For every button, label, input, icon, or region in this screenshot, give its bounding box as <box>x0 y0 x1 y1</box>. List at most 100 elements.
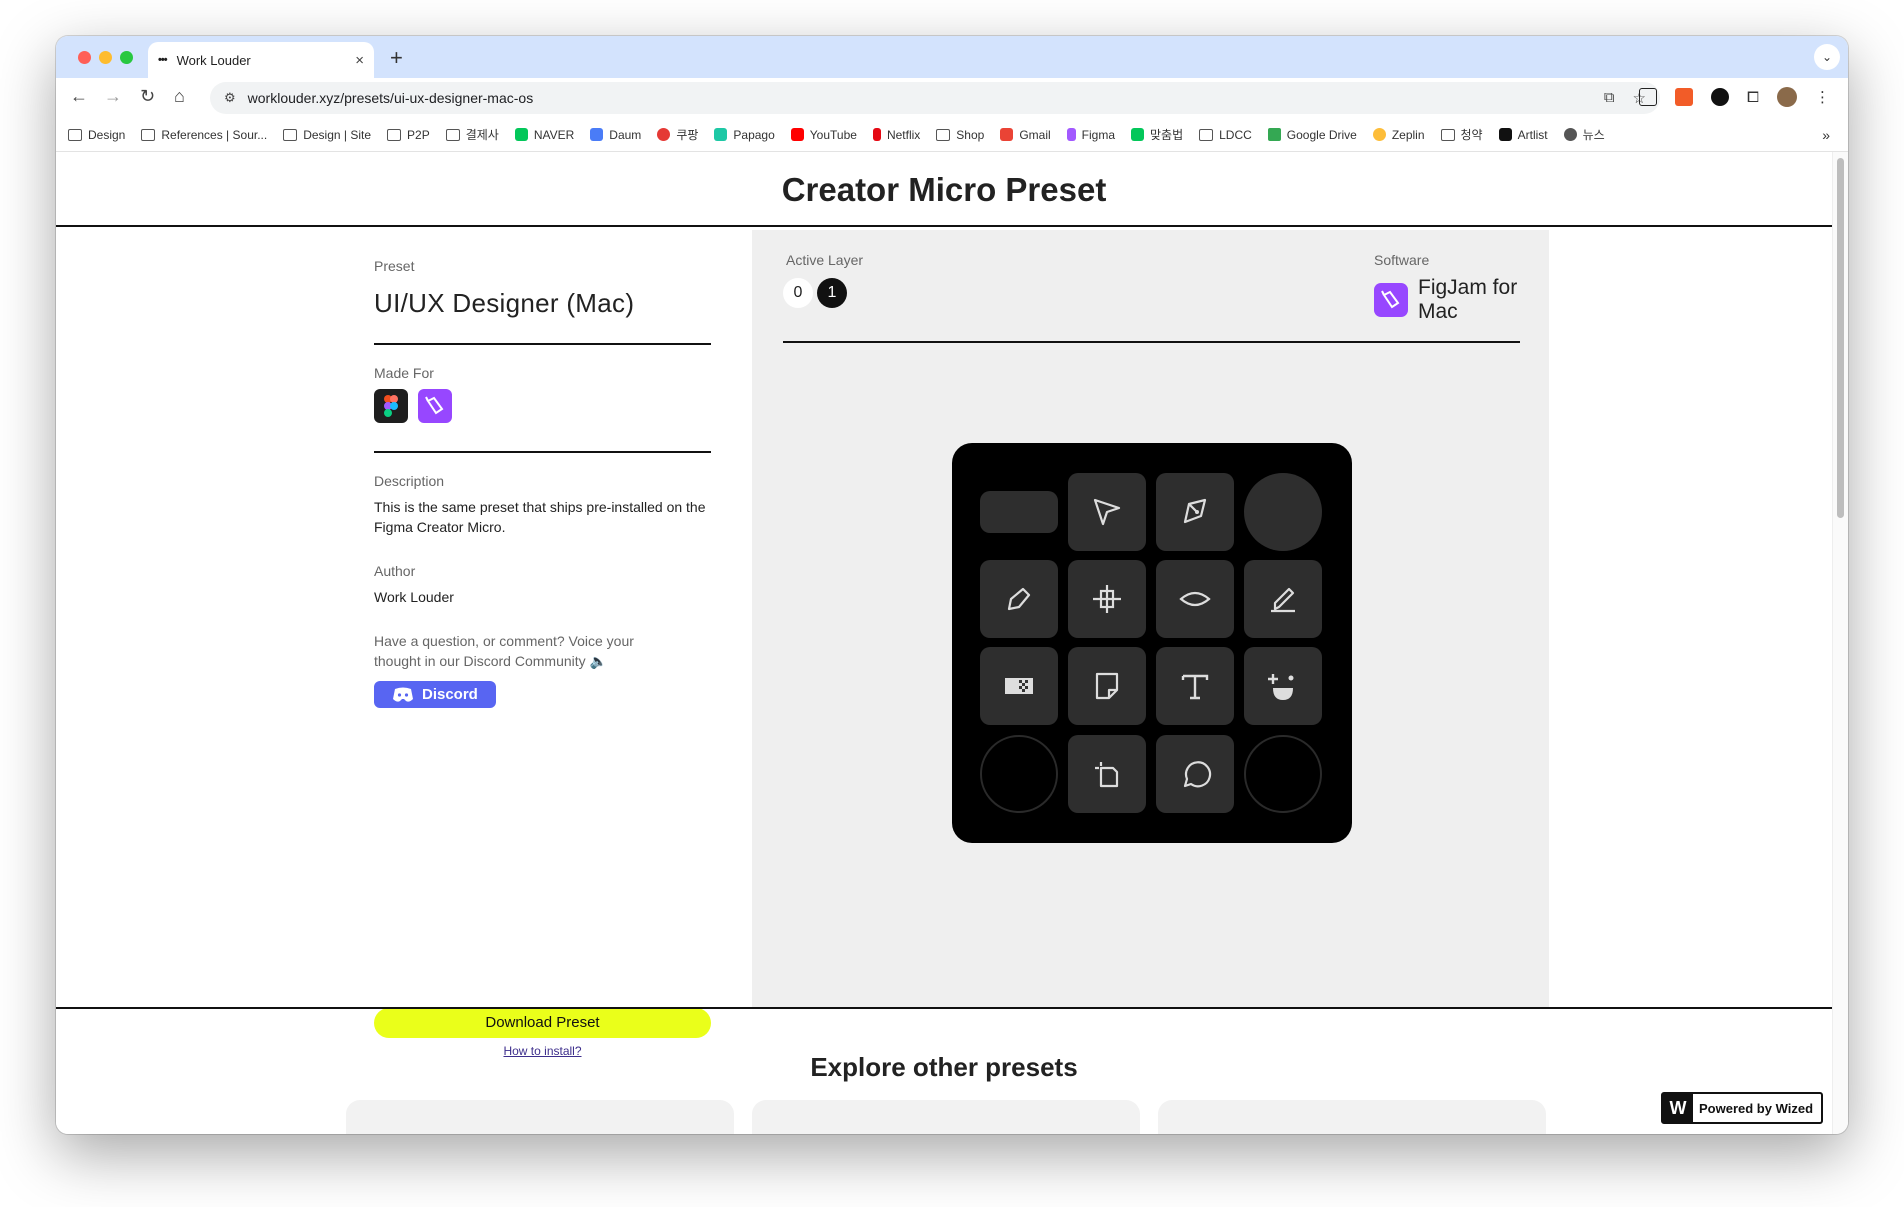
bookmark-references[interactable]: References | Sour... <box>141 128 267 142</box>
tab-search-button[interactable]: ⌄ <box>1814 44 1840 70</box>
bookmarks-overflow-icon[interactable]: » <box>1822 127 1830 143</box>
bookmark-p2p[interactable]: P2P <box>387 128 430 142</box>
url-text: worklouder.xyz/presets/ui-ux-designer-ma… <box>247 90 534 106</box>
dark-extension-icon[interactable] <box>1710 88 1729 106</box>
bookmark-daum[interactable]: Daum <box>590 128 641 142</box>
forward-arrow-icon[interactable]: → <box>104 86 122 107</box>
key-sticky-note[interactable] <box>1068 647 1146 725</box>
scrollbar-thumb[interactable] <box>1837 158 1844 518</box>
key-text[interactable] <box>1156 647 1234 725</box>
key-section[interactable] <box>1068 735 1146 813</box>
reload-icon[interactable]: ↻ <box>140 86 155 107</box>
close-window-button[interactable] <box>78 51 91 64</box>
washi-tape-icon <box>1005 678 1033 694</box>
bookmark-youtube[interactable]: YouTube <box>790 128 857 142</box>
explore-title: Explore other presets <box>810 1052 1078 1082</box>
section-icon <box>1095 762 1119 788</box>
bookmark-news[interactable]: 뉴스 <box>1563 126 1605 143</box>
bookmark-papago[interactable]: Papago <box>714 128 775 142</box>
back-arrow-icon[interactable]: ← <box>70 86 88 107</box>
bookmark-design-site[interactable]: Design | Site <box>283 128 371 142</box>
bookmark-naver[interactable]: NAVER <box>514 128 574 142</box>
folder-icon <box>1440 128 1455 141</box>
bookmark-design[interactable]: Design <box>68 128 125 142</box>
powered-by-wized-badge[interactable]: W Powered by Wized <box>1661 1092 1824 1124</box>
site-info-icon[interactable]: ⚙ <box>224 90 236 106</box>
puzzle-extensions-icon[interactable]: ⧠ <box>1747 89 1759 106</box>
translate-icon[interactable]: ⧉ <box>1604 89 1615 107</box>
figma-app-icon <box>374 389 408 423</box>
key-washi-tape[interactable] <box>980 647 1058 725</box>
gmail-icon <box>1000 128 1014 141</box>
bookmark-netflix[interactable]: Netflix <box>872 128 920 142</box>
emoji-icon <box>1268 674 1294 700</box>
layer-switcher: 0 1 <box>783 278 847 308</box>
bookmark-ldcc[interactable]: LDCC <box>1199 128 1252 142</box>
bookmark-artlist[interactable]: Artlist <box>1498 128 1548 142</box>
divider <box>56 1007 1832 1009</box>
home-icon[interactable]: ⌂ <box>174 86 185 107</box>
tab-strip: ••• Work Louder × + ⌄ <box>56 36 1848 78</box>
key-move-tool[interactable] <box>1068 473 1146 551</box>
bookmark-subscription[interactable]: 청약 <box>1440 126 1483 143</box>
layer-0-button[interactable]: 0 <box>783 278 813 308</box>
key-frame[interactable] <box>1068 560 1146 638</box>
text-icon <box>1181 674 1209 700</box>
preset-preview-panel: Active Layer 0 1 Software FigJam for Mac <box>752 230 1549 1007</box>
bookmark-figma[interactable]: Figma <box>1066 128 1115 142</box>
preset-card[interactable] <box>346 1100 734 1134</box>
tab-work-louder[interactable]: ••• Work Louder × <box>148 42 374 78</box>
address-bar[interactable]: ⚙ worklouder.xyz/presets/ui-ux-designer-… <box>210 82 1660 114</box>
divider <box>374 451 711 453</box>
made-for-icons <box>374 389 452 423</box>
bookmark-spelling[interactable]: 맞춤법 <box>1131 126 1183 143</box>
key-comment[interactable] <box>1156 735 1234 813</box>
key-pen[interactable] <box>980 560 1058 638</box>
bookmark-coupang[interactable]: 쿠팡 <box>657 126 698 143</box>
new-tab-button[interactable]: + <box>390 45 403 71</box>
active-layer-label: Active Layer <box>786 252 864 268</box>
page-title: Creator Micro Preset <box>56 152 1832 227</box>
discord-button[interactable]: Discord <box>374 681 496 708</box>
software-label: Software <box>1374 252 1430 268</box>
bookmark-gmail[interactable]: Gmail <box>1000 128 1051 142</box>
discord-label: Discord <box>422 686 478 703</box>
window-controls <box>78 51 133 64</box>
key-marker[interactable] <box>1244 560 1322 638</box>
preset-name: UI/UX Designer (Mac) <box>374 288 635 318</box>
key-empty-left[interactable] <box>980 735 1058 813</box>
bookmark-payment[interactable]: 결제사 <box>445 126 499 143</box>
maximize-window-button[interactable] <box>120 51 133 64</box>
divider <box>783 341 1520 343</box>
author-label: Author <box>374 563 416 579</box>
ex-extension-icon[interactable] <box>1674 88 1693 106</box>
preset-card[interactable] <box>752 1100 1140 1134</box>
key-visibility[interactable] <box>1156 560 1234 638</box>
rotary-knob[interactable] <box>1244 473 1322 551</box>
preset-card[interactable] <box>1158 1100 1546 1134</box>
key-pen-tool[interactable] <box>1156 473 1234 551</box>
layer-1-button[interactable]: 1 <box>817 278 847 308</box>
bookmark-zeplin[interactable]: Zeplin <box>1372 128 1425 142</box>
download-preset-button[interactable]: Download Preset <box>374 1008 711 1038</box>
page-content: Creator Micro Preset Preset UI/UX Design… <box>56 152 1832 1134</box>
kebab-menu-icon[interactable]: ⋮ <box>1815 88 1830 106</box>
folder-icon <box>283 128 298 141</box>
notion-extension-icon[interactable] <box>1638 88 1657 106</box>
folder-icon <box>68 128 82 141</box>
wized-logo-icon: W <box>1663 1094 1693 1122</box>
description-label: Description <box>374 473 445 489</box>
tab-close-icon[interactable]: × <box>355 52 364 69</box>
minimize-window-button[interactable] <box>99 51 112 64</box>
key-empty-right[interactable] <box>1244 735 1322 813</box>
profile-avatar[interactable] <box>1777 87 1797 107</box>
divider <box>374 343 711 345</box>
key-blank[interactable] <box>980 491 1058 533</box>
key-emoji[interactable] <box>1244 647 1322 725</box>
figjam-app-icon <box>418 389 452 423</box>
bookmark-google-drive[interactable]: Google Drive <box>1267 128 1357 142</box>
folder-icon <box>387 128 402 141</box>
page-scrollbar[interactable] <box>1832 152 1848 1134</box>
globe-icon <box>1563 128 1577 141</box>
bookmark-shop[interactable]: Shop <box>936 128 984 142</box>
